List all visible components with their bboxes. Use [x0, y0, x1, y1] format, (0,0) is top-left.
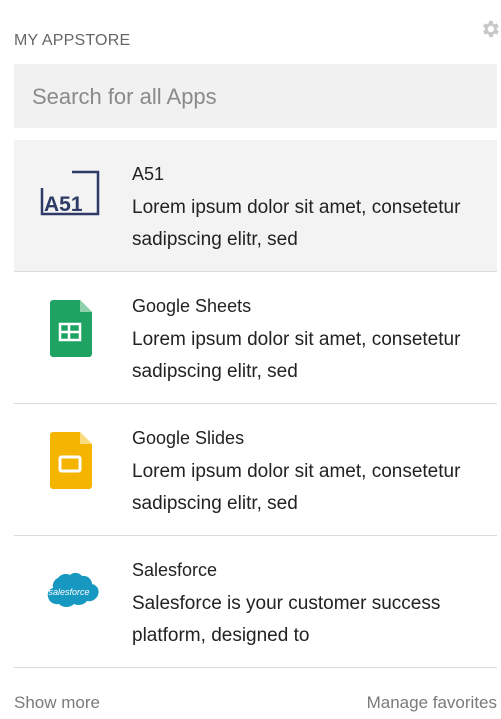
- app-description: Lorem ipsum dolor sit amet, consetetur s…: [132, 461, 461, 514]
- app-name: Salesforce: [132, 560, 218, 580]
- manage-favorites-link[interactable]: Manage favorites: [367, 693, 497, 713]
- app-description: Lorem ipsum dolor sit amet, consetetur s…: [132, 329, 461, 382]
- list-item-google-slides[interactable]: Google Slides Lorem ipsum dolor sit amet…: [14, 404, 497, 536]
- list-item-salesforce[interactable]: salesforce Salesforce Salesforce is your…: [14, 536, 497, 668]
- svg-text:A51: A51: [44, 193, 83, 216]
- app-description: Lorem ipsum dolor sit amet, consetetur s…: [132, 197, 461, 250]
- list-item-a51[interactable]: A51 A51 Lorem ipsum dolor sit amet, cons…: [14, 140, 497, 272]
- search-placeholder: Search for all Apps: [32, 84, 217, 109]
- app-name: A51: [132, 164, 165, 184]
- header: MY APPSTORE: [14, 20, 501, 56]
- page-title: MY APPSTORE: [14, 32, 131, 49]
- google-slides-icon: [38, 428, 102, 492]
- app-name: Google Slides: [132, 428, 245, 448]
- google-sheets-icon: [38, 296, 102, 360]
- app-name: Google Sheets: [132, 296, 252, 316]
- app-list: A51 A51 Lorem ipsum dolor sit amet, cons…: [14, 140, 497, 668]
- a51-logo-icon: A51: [38, 164, 102, 228]
- gear-icon[interactable]: [479, 18, 501, 40]
- search-input[interactable]: Search for all Apps: [14, 64, 497, 128]
- salesforce-icon: salesforce: [38, 560, 102, 624]
- svg-text:salesforce: salesforce: [48, 587, 89, 597]
- app-description: Salesforce is your customer success plat…: [132, 593, 441, 646]
- show-more-link[interactable]: Show more: [14, 693, 100, 713]
- list-item-google-sheets[interactable]: Google Sheets Lorem ipsum dolor sit amet…: [14, 272, 497, 404]
- footer: Show more Manage favorites: [14, 690, 497, 714]
